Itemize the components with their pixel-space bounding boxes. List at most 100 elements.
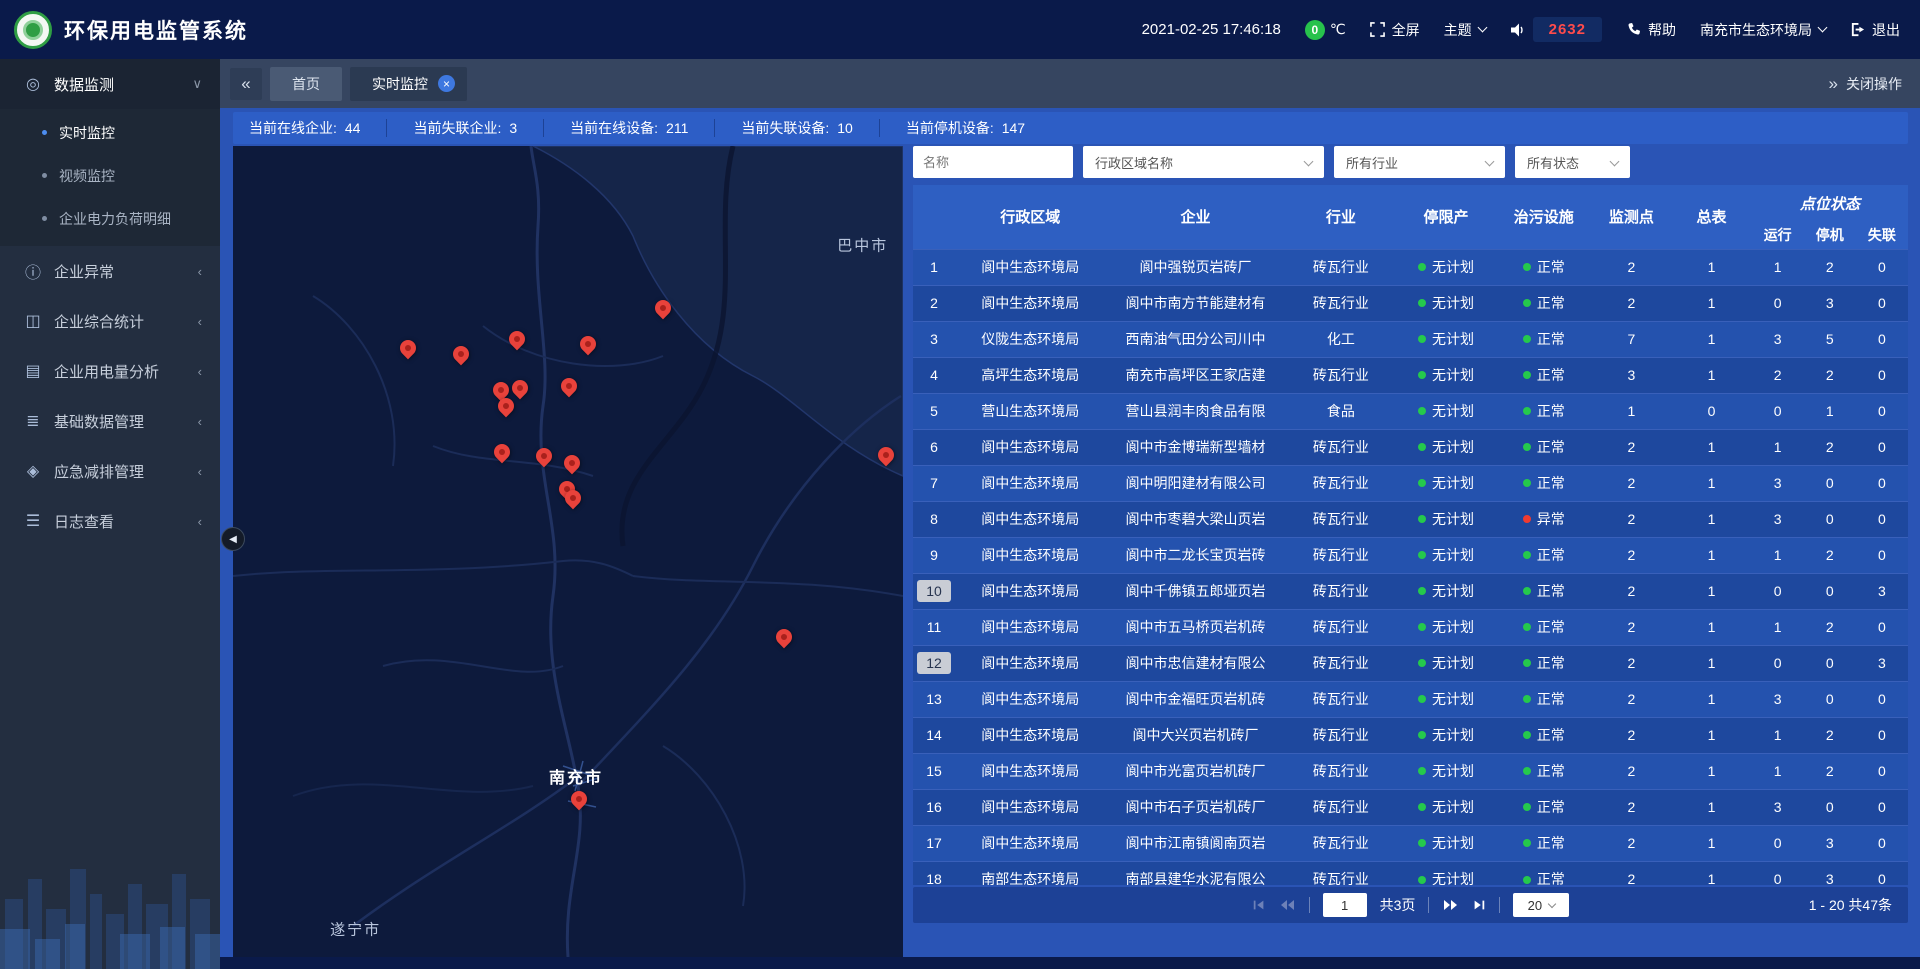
sidebar-item[interactable]: ⓘ企业异常‹: [0, 246, 220, 296]
table-row[interactable]: 7阆中生态环境局阆中明阳建材有限公司砖瓦行业无计划正常21300: [913, 465, 1908, 501]
table-header: 行政区域 企业 行业 停限产 治污设施 监测点 总表 点位状态: [913, 185, 1908, 249]
prev-page-button[interactable]: [1279, 899, 1296, 911]
status-dot-icon: [1523, 876, 1531, 884]
industry-filter-select[interactable]: 所有行业: [1334, 146, 1505, 178]
cell-company: 西南油气田分公司川中: [1105, 321, 1285, 357]
table-row[interactable]: 14阆中生态环境局阆中大兴页岩机砖厂砖瓦行业无计划正常21120: [913, 717, 1908, 753]
cell-pollution-facility: 正常: [1496, 285, 1591, 321]
logout-button[interactable]: 退出: [1850, 20, 1900, 40]
close-operations-button[interactable]: » 关闭操作: [1829, 74, 1902, 94]
last-page-button[interactable]: [1472, 899, 1486, 911]
table-row[interactable]: 11阆中生态环境局阆中市五马桥页岩机砖砖瓦行业无计划正常21120: [913, 609, 1908, 645]
cell-total-meter: 1: [1671, 321, 1751, 357]
cell-running: 3: [1752, 465, 1804, 501]
table-row[interactable]: 9阆中生态环境局阆中市二龙长宝页岩砖砖瓦行业无计划正常21120: [913, 537, 1908, 573]
sidebar-item-label: 企业异常: [54, 261, 114, 282]
cell-region: 阆中生态环境局: [955, 573, 1105, 609]
cell-pollution-facility: 异常: [1496, 501, 1591, 537]
tab-home[interactable]: 首页: [270, 67, 342, 101]
cell-industry: 砖瓦行业: [1286, 429, 1396, 465]
table-row[interactable]: 13阆中生态环境局阆中市金福旺页岩机砖砖瓦行业无计划正常21300: [913, 681, 1908, 717]
tabs-scroll-left-button[interactable]: «: [230, 68, 262, 100]
table-row[interactable]: 3仪陇生态环境局西南油气田分公司川中化工无计划正常71350: [913, 321, 1908, 357]
status-dot-icon: [1418, 479, 1426, 487]
tab-realtime-monitor[interactable]: 实时监控 ×: [350, 67, 467, 101]
status-dot-icon: [1523, 335, 1531, 343]
sidebar-subitem[interactable]: 企业电力负荷明细: [0, 197, 220, 240]
sidebar-item[interactable]: ◎数据监测∨: [0, 59, 220, 109]
chevron-down-icon: ∨: [192, 76, 202, 92]
pagination-bar: 共3页 20 1 - 20 共: [913, 887, 1908, 923]
cell-limit-production: 无计划: [1396, 825, 1496, 861]
status-filter-select[interactable]: 所有状态: [1515, 146, 1630, 178]
next-page-button[interactable]: [1442, 899, 1459, 911]
cell-pollution-facility: 正常: [1496, 825, 1591, 861]
status-dot-icon: [1523, 695, 1531, 703]
cell-limit-production: 无计划: [1396, 465, 1496, 501]
cell-total-meter: 1: [1671, 753, 1751, 789]
map-city-label: 南充市: [549, 764, 603, 788]
database-icon: ≣: [22, 411, 44, 431]
stat-item: 当前失联设备:10: [715, 119, 879, 137]
cell-pollution-facility: 正常: [1496, 429, 1591, 465]
table-row[interactable]: 8阆中生态环境局阆中市枣碧大梁山页岩砖瓦行业无计划异常21300: [913, 501, 1908, 537]
table-row[interactable]: 12阆中生态环境局阆中市忠信建材有限公砖瓦行业无计划正常21003: [913, 645, 1908, 681]
help-button[interactable]: 帮助: [1626, 20, 1676, 40]
table-row[interactable]: 16阆中生态环境局阆中市石子页岩机砖厂砖瓦行业无计划正常21300: [913, 789, 1908, 825]
sidebar-group: ⓘ企业异常‹: [0, 246, 220, 296]
cell-index: 13: [913, 681, 955, 717]
table-row[interactable]: 4高坪生态环境局南充市高坪区王家店建砖瓦行业无计划正常31220: [913, 357, 1908, 393]
stat-value: 44: [345, 120, 361, 136]
sidebar-item-label: 基础数据管理: [54, 411, 144, 432]
first-page-button[interactable]: [1252, 899, 1266, 911]
sidebar-item-label: 数据监测: [54, 74, 114, 95]
cell-industry: 砖瓦行业: [1286, 825, 1396, 861]
table-row[interactable]: 17阆中生态环境局阆中市江南镇阆南页岩砖瓦行业无计划正常21030: [913, 825, 1908, 861]
theme-dropdown[interactable]: 主题: [1444, 20, 1486, 40]
cell-running: 1: [1752, 753, 1804, 789]
chevron-down-icon: [1304, 156, 1314, 166]
status-dot-icon: [1523, 623, 1531, 631]
table-row[interactable]: 15阆中生态环境局阆中市光富页岩机砖厂砖瓦行业无计划正常21120: [913, 753, 1908, 789]
status-dot-icon: [1418, 299, 1426, 307]
org-dropdown[interactable]: 南充市生态环境局: [1700, 20, 1826, 40]
chevron-down-icon: [1485, 156, 1495, 166]
sidebar-item[interactable]: ▤企业用电量分析‹: [0, 346, 220, 396]
table-row[interactable]: 1阆中生态环境局阆中强锐页岩砖厂砖瓦行业无计划正常21120: [913, 249, 1908, 285]
sidebar-item[interactable]: ◫企业综合统计‹: [0, 296, 220, 346]
map-panel[interactable]: ◀ 巴中市南充市遂宁市: [233, 146, 903, 957]
cell-monitor-points: 2: [1591, 573, 1671, 609]
sidebar-item[interactable]: ≣基础数据管理‹: [0, 396, 220, 446]
cell-company: 阆中市石子页岩机砖厂: [1105, 789, 1285, 825]
cell-running: 1: [1752, 249, 1804, 285]
sidebar-item[interactable]: ◈应急减排管理‹: [0, 446, 220, 496]
sidebar-subitem[interactable]: 实时监控: [0, 111, 220, 154]
sidebar-item[interactable]: ☰日志查看‹: [0, 496, 220, 546]
status-dot-icon: [1418, 695, 1426, 703]
cell-running: 1: [1752, 537, 1804, 573]
announcement-area[interactable]: 2632: [1510, 17, 1602, 42]
cell-monitor-points: 2: [1591, 753, 1671, 789]
table-row[interactable]: 5营山生态环境局营山县润丰肉食品有限食品无计划正常10010: [913, 393, 1908, 429]
cell-company: 阆中市五马桥页岩机砖: [1105, 609, 1285, 645]
sidebar-subitem[interactable]: 视频监控: [0, 154, 220, 197]
page-size-select[interactable]: 20: [1513, 893, 1569, 917]
cell-industry: 砖瓦行业: [1286, 357, 1396, 393]
fullscreen-button[interactable]: 全屏: [1370, 20, 1420, 40]
bullet-icon: [42, 216, 47, 221]
page-number-input[interactable]: [1323, 893, 1367, 917]
region-filter-select[interactable]: 行政区域名称: [1083, 146, 1324, 178]
name-filter-input[interactable]: [913, 146, 1073, 178]
tab-close-icon[interactable]: ×: [438, 75, 455, 92]
table-row[interactable]: 6阆中生态环境局阆中市金博瑞新型墙材砖瓦行业无计划正常21120: [913, 429, 1908, 465]
cell-running: 3: [1752, 321, 1804, 357]
table-row[interactable]: 10阆中生态环境局阆中千佛镇五郎垭页岩砖瓦行业无计划正常21003: [913, 573, 1908, 609]
table-row[interactable]: 2阆中生态环境局阆中市南方节能建材有砖瓦行业无计划正常21030: [913, 285, 1908, 321]
sidebar-menu: ◎数据监测∨实时监控视频监控企业电力负荷明细ⓘ企业异常‹◫企业综合统计‹▤企业用…: [0, 59, 220, 546]
cell-total-meter: 0: [1671, 393, 1751, 429]
status-dot-icon: [1523, 371, 1531, 379]
map-collapse-button[interactable]: ◀: [221, 527, 245, 551]
cell-monitor-points: 2: [1591, 429, 1671, 465]
cell-stopped: 3: [1804, 825, 1856, 861]
table-row[interactable]: 18南部生态环境局南部县建华水泥有限公砖瓦行业无计划正常21030: [913, 861, 1908, 885]
